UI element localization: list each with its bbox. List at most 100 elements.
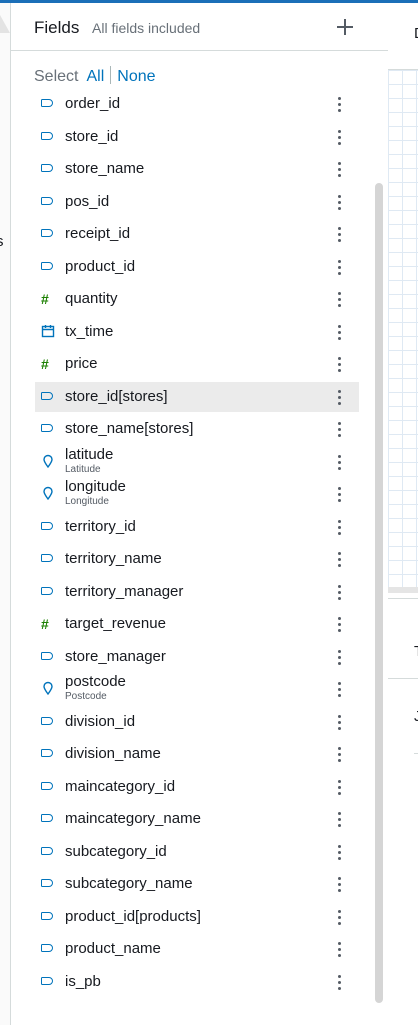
field-name: longitude	[65, 478, 126, 495]
field-name: store_manager	[65, 648, 166, 665]
field-menu-icon[interactable]	[331, 258, 347, 276]
field-item[interactable]: store_name[stores]	[35, 414, 359, 444]
dimension-icon	[41, 879, 53, 887]
field-geo-role: Postcode	[65, 691, 107, 702]
field-name: receipt_id	[65, 225, 131, 242]
field-menu-icon[interactable]	[331, 355, 347, 373]
field-name: store_name[stores]	[65, 420, 194, 437]
field-geo-role: Longitude	[65, 496, 109, 507]
field-menu-icon[interactable]	[331, 615, 347, 633]
field-menu-icon[interactable]	[331, 908, 347, 926]
field-name: product_name	[65, 940, 161, 957]
field-item[interactable]: territory_name	[35, 544, 359, 574]
collapse-notch[interactable]	[0, 15, 10, 33]
field-menu-icon[interactable]	[331, 875, 347, 893]
field-menu-icon[interactable]	[331, 225, 347, 243]
field-menu-icon[interactable]	[331, 550, 347, 568]
field-item[interactable]: product_name	[35, 934, 359, 964]
dimension-icon	[41, 262, 53, 270]
add-field-button[interactable]	[333, 15, 357, 39]
field-item[interactable]: subcategory_name	[35, 869, 359, 899]
field-name: territory_manager	[65, 583, 184, 600]
left-pane-edge: s	[0, 3, 10, 1025]
field-item[interactable]: postcode Postcode	[35, 673, 359, 704]
field-menu-icon[interactable]	[331, 160, 347, 178]
field-item[interactable]: store_name	[35, 154, 359, 184]
dimension-icon	[41, 99, 53, 107]
field-item[interactable]: store_id[stores]	[35, 382, 359, 412]
right-clipped-title: D	[414, 25, 418, 42]
field-name: store_name	[65, 160, 145, 177]
field-menu-icon[interactable]	[331, 485, 347, 503]
field-item[interactable]: is_pb	[35, 967, 359, 997]
right-clipped-label: J	[414, 708, 418, 725]
field-item[interactable]: subcategory_id	[35, 837, 359, 867]
field-menu-icon[interactable]	[331, 648, 347, 666]
field-name: pos_id	[65, 193, 110, 210]
dimension-icon	[41, 847, 53, 855]
field-menu-icon[interactable]	[331, 95, 347, 113]
field-name: division_name	[65, 745, 161, 762]
field-menu-icon[interactable]	[331, 518, 347, 536]
field-item[interactable]: territory_manager	[35, 577, 359, 607]
field-item[interactable]: maincategory_name	[35, 804, 359, 834]
field-name: territory_name	[65, 550, 162, 567]
field-item[interactable]: receipt_id	[35, 219, 359, 249]
field-item[interactable]: tx_time	[35, 317, 359, 347]
field-menu-icon[interactable]	[331, 778, 347, 796]
field-item[interactable]: # price	[35, 349, 359, 379]
fields-panel: Fields All fields included Select All Non…	[10, 3, 389, 1025]
field-menu-icon[interactable]	[331, 388, 347, 406]
dimension-icon	[41, 652, 53, 660]
field-name: subcategory_name	[65, 875, 193, 892]
field-geo-role: Latitude	[65, 464, 101, 475]
right-visual-pane: D T J	[388, 3, 418, 1025]
vertical-scrollbar[interactable]	[375, 183, 383, 1003]
field-menu-icon[interactable]	[331, 128, 347, 146]
field-item[interactable]: latitude Latitude	[35, 446, 359, 477]
field-item[interactable]: division_id	[35, 707, 359, 737]
field-item[interactable]: division_name	[35, 739, 359, 769]
field-item[interactable]: # target_revenue	[35, 609, 359, 639]
field-menu-icon[interactable]	[331, 453, 347, 471]
select-all-link[interactable]: All	[86, 68, 104, 85]
field-menu-icon[interactable]	[331, 940, 347, 958]
field-menu-icon[interactable]	[331, 420, 347, 438]
field-item[interactable]: product_id[products]	[35, 902, 359, 932]
select-divider	[110, 66, 112, 84]
field-item[interactable]: maincategory_id	[35, 772, 359, 802]
field-name: product_id	[65, 258, 136, 275]
dimension-icon	[41, 717, 53, 725]
field-name: maincategory_name	[65, 810, 201, 827]
field-name: is_pb	[65, 973, 101, 990]
canvas-grid[interactable]	[388, 69, 418, 590]
field-item[interactable]: longitude Longitude	[35, 478, 359, 509]
field-item[interactable]: territory_id	[35, 512, 359, 542]
field-menu-icon[interactable]	[331, 193, 347, 211]
field-item[interactable]: pos_id	[35, 187, 359, 217]
field-item[interactable]: store_manager	[35, 642, 359, 672]
select-label: Select	[34, 68, 79, 85]
field-menu-icon[interactable]	[331, 583, 347, 601]
field-menu-icon[interactable]	[331, 713, 347, 731]
field-name: postcode	[65, 673, 126, 690]
field-item[interactable]: order_id	[35, 89, 359, 119]
field-menu-icon[interactable]	[331, 973, 347, 991]
field-menu-icon[interactable]	[331, 810, 347, 828]
horizontal-scrollbar[interactable]	[388, 587, 418, 593]
field-menu-icon[interactable]	[331, 843, 347, 861]
field-item[interactable]: product_id	[35, 252, 359, 282]
dimension-icon	[41, 782, 53, 790]
geo-pin-icon	[41, 454, 55, 469]
field-menu-icon[interactable]	[331, 323, 347, 341]
field-menu-icon[interactable]	[331, 290, 347, 308]
dimension-icon	[41, 944, 53, 952]
geo-pin-icon	[41, 681, 55, 696]
field-item[interactable]: store_id	[35, 122, 359, 152]
dimension-icon	[41, 197, 53, 205]
select-none-link[interactable]: None	[117, 68, 155, 85]
field-item[interactable]: # quantity	[35, 284, 359, 314]
field-menu-icon[interactable]	[331, 680, 347, 698]
field-menu-icon[interactable]	[331, 745, 347, 763]
right-clipped-heading: T	[414, 643, 418, 660]
